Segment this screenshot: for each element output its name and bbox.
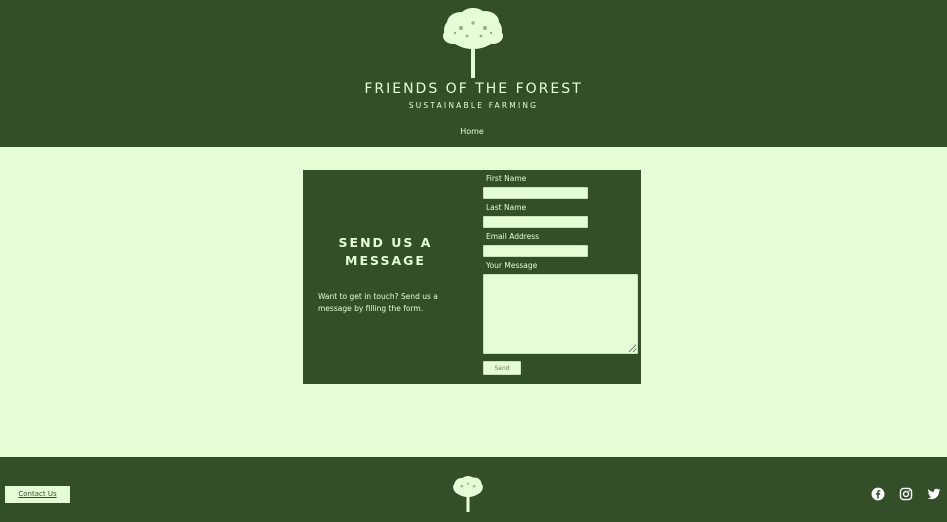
contact-us-link[interactable]: Contact Us	[5, 486, 70, 503]
last-name-label: Last Name	[486, 203, 527, 212]
contact-heading: SEND US A MESSAGE	[303, 234, 468, 270]
send-button[interactable]: Send	[483, 361, 521, 375]
first-name-label: First Name	[486, 174, 527, 183]
contact-form-card: SEND US A MESSAGE Want to get in touch? …	[303, 170, 641, 384]
email-label: Email Address	[486, 232, 540, 241]
message-label: Your Message	[486, 261, 538, 270]
site-subtitle: SUSTAINABLE FARMING	[408, 101, 539, 110]
first-name-field[interactable]	[483, 187, 588, 199]
site-title: FRIENDS OF THE FOREST	[364, 81, 583, 97]
contact-description: Want to get in touch? Send us a message …	[318, 292, 438, 313]
instagram-icon[interactable]	[899, 487, 913, 501]
twitter-icon[interactable]	[927, 487, 941, 501]
tree-icon[interactable]	[441, 8, 505, 80]
contact-heading-line1: SEND US A	[338, 235, 433, 250]
facebook-icon[interactable]	[871, 487, 885, 501]
nav-home-link[interactable]: Home	[452, 127, 492, 136]
last-name-field[interactable]	[483, 216, 588, 228]
site-header: FRIENDS OF THE FOREST SUSTAINABLE FARMIN…	[0, 0, 947, 147]
email-field[interactable]	[483, 245, 588, 257]
tree-icon	[453, 476, 483, 512]
site-footer: Contact Us	[0, 457, 947, 522]
message-textarea[interactable]	[483, 274, 638, 354]
contact-heading-line2: MESSAGE	[345, 253, 426, 268]
